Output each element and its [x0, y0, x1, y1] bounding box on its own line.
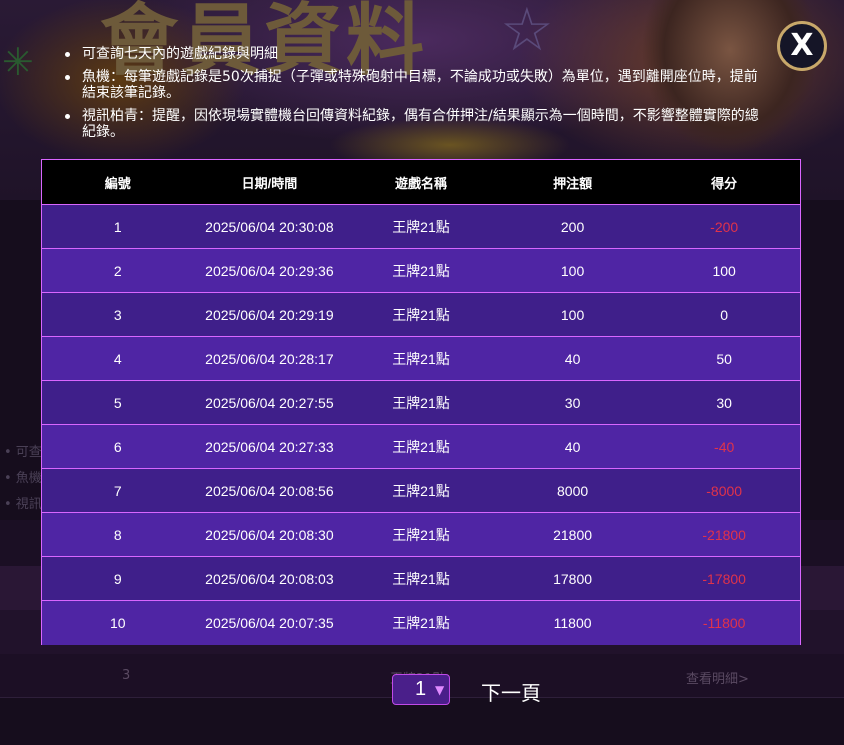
table-row: 10 2025/06/04 20:07:35 王牌21點 11800 -11800: [42, 601, 800, 645]
cell-datetime: 2025/06/04 20:28:17: [205, 350, 334, 367]
cell-datetime: 2025/06/04 20:29:36: [205, 262, 334, 279]
cell-id: 4: [113, 350, 122, 367]
cell-id: 10: [110, 615, 126, 631]
cell-game: 王牌21點: [392, 570, 450, 587]
page-select[interactable]: 1 ▼: [392, 674, 450, 705]
cell-score: -40: [714, 438, 735, 455]
cell-id: 6: [113, 438, 122, 455]
cell-id: 5: [113, 394, 122, 411]
table-row: 8 2025/06/04 20:08:30 王牌21點 21800 -21800: [42, 513, 800, 557]
cell-bet: 100: [560, 262, 585, 279]
cell-bet: 30: [564, 394, 581, 411]
cell-bet: 100: [560, 306, 585, 323]
table-row: 7 2025/06/04 20:08:56 王牌21點 8000 -8000: [42, 469, 800, 513]
background-notes: • 可查 • 魚機 • 視訊: [4, 440, 42, 518]
cell-id: 3: [113, 306, 122, 323]
cell-id: 8: [113, 526, 122, 543]
leaf-decoration: ✳: [2, 40, 34, 84]
cell-datetime: 2025/06/04 20:08:03: [205, 570, 334, 587]
cell-score: 50: [716, 350, 732, 367]
cell-game: 王牌21點: [392, 306, 450, 323]
cell-game: 王牌21點: [392, 394, 450, 411]
table-row: 3 2025/06/04 20:29:19 王牌21點 100 0: [42, 293, 800, 337]
cell-datetime: 2025/06/04 20:29:19: [205, 306, 334, 323]
cell-score: -200: [710, 218, 739, 235]
cell-game: 王牌21點: [392, 615, 450, 631]
cell-bet: 11800: [553, 615, 592, 631]
game-records-table: 編號 日期/時間 遊戲名稱 押注額 得分 1 2025/06/04 20:30:0…: [41, 159, 801, 645]
table-body: 1 2025/06/04 20:30:08 王牌21點 200 -200 2 2025/06…: [42, 205, 800, 645]
cell-id: 7: [113, 482, 122, 499]
cell-datetime: 2025/06/04 20:27:55: [205, 394, 334, 411]
background-note: • 魚機: [4, 471, 42, 486]
note-item: 可查詢七天內的遊戲紀錄與明細: [64, 46, 764, 62]
cell-datetime: 2025/06/04 20:27:33: [205, 438, 334, 455]
cell-score: -21800: [702, 526, 746, 543]
cell-game: 王牌21點: [392, 526, 450, 543]
table-row: 9 2025/06/04 20:08:03 王牌21點 17800 -17800: [42, 557, 800, 601]
cell-game: 王牌21點: [392, 350, 450, 367]
cell-score: -11800: [702, 615, 746, 631]
table-row: 5 2025/06/04 20:27:55 王牌21點 30 30: [42, 381, 800, 425]
cell-score: -8000: [706, 482, 743, 499]
header-bet: 押注額: [553, 175, 593, 191]
table-row: 1 2025/06/04 20:30:08 王牌21點 200 -200: [42, 205, 800, 249]
cell-score: -17800: [702, 570, 746, 587]
header-id: 編號: [104, 175, 131, 191]
notes-list: 可查詢七天內的遊戲紀錄與明細 魚機：每筆遊戲記錄是50次捕捉（子彈或特殊砲射中目…: [64, 46, 764, 147]
cell-id: 1: [113, 218, 122, 235]
background-note: • 視訊: [4, 497, 42, 512]
table-row: 4 2025/06/04 20:28:17 王牌21點 40 50: [42, 337, 800, 381]
header-game: 遊戲名稱: [394, 175, 447, 191]
cell-score: 100: [712, 262, 736, 279]
cell-game: 王牌21點: [392, 262, 450, 279]
cell-bet: 17800: [553, 570, 593, 587]
cell-bet: 200: [560, 218, 585, 235]
cell-id: 9: [113, 570, 122, 587]
table-row: 6 2025/06/04 20:27:33 王牌21點 40 -40: [42, 425, 800, 469]
close-icon: X: [790, 28, 814, 63]
cell-game: 王牌21點: [392, 482, 450, 499]
table-header: 編號 日期/時間 遊戲名稱 押注額 得分: [42, 160, 800, 205]
next-page-button[interactable]: 下一頁: [481, 677, 541, 706]
cell-datetime: 2025/06/04 20:08:30: [205, 526, 334, 543]
header-score: 得分: [711, 175, 738, 191]
background-detail-link[interactable]: 查看明細>: [686, 668, 749, 687]
cell-bet: 21800: [553, 526, 593, 543]
note-item: 視訊柏青：提醒，因依現場實體機台回傳資料紀錄，偶有合併押注/結果顯示為一個時間，…: [64, 108, 764, 140]
background-row-id: 3: [122, 668, 131, 683]
cell-game: 王牌21點: [392, 218, 450, 235]
table-row: 2 2025/06/04 20:29:36 王牌21點 100 100: [42, 249, 800, 293]
cell-game: 王牌21點: [392, 438, 450, 455]
cell-bet: 40: [564, 350, 581, 367]
header-datetime: 日期/時間: [241, 175, 298, 191]
page-number: 1: [415, 678, 427, 700]
cell-bet: 8000: [557, 482, 589, 499]
cell-score: 0: [720, 306, 729, 323]
cell-datetime: 2025/06/04 20:08:56: [205, 482, 334, 499]
cell-datetime: 2025/06/04 20:07:35: [205, 615, 334, 631]
cell-datetime: 2025/06/04 20:30:08: [205, 218, 334, 235]
close-button[interactable]: X: [777, 21, 827, 71]
cell-score: 30: [716, 394, 732, 411]
background-note: • 可查: [4, 445, 42, 460]
cell-id: 2: [113, 262, 122, 279]
cell-bet: 40: [564, 438, 581, 455]
chevron-down-icon: ▼: [435, 683, 445, 697]
note-item: 魚機：每筆遊戲記錄是50次捕捉（子彈或特殊砲射中目標，不論成功或失敗）為單位，遇…: [64, 69, 764, 101]
